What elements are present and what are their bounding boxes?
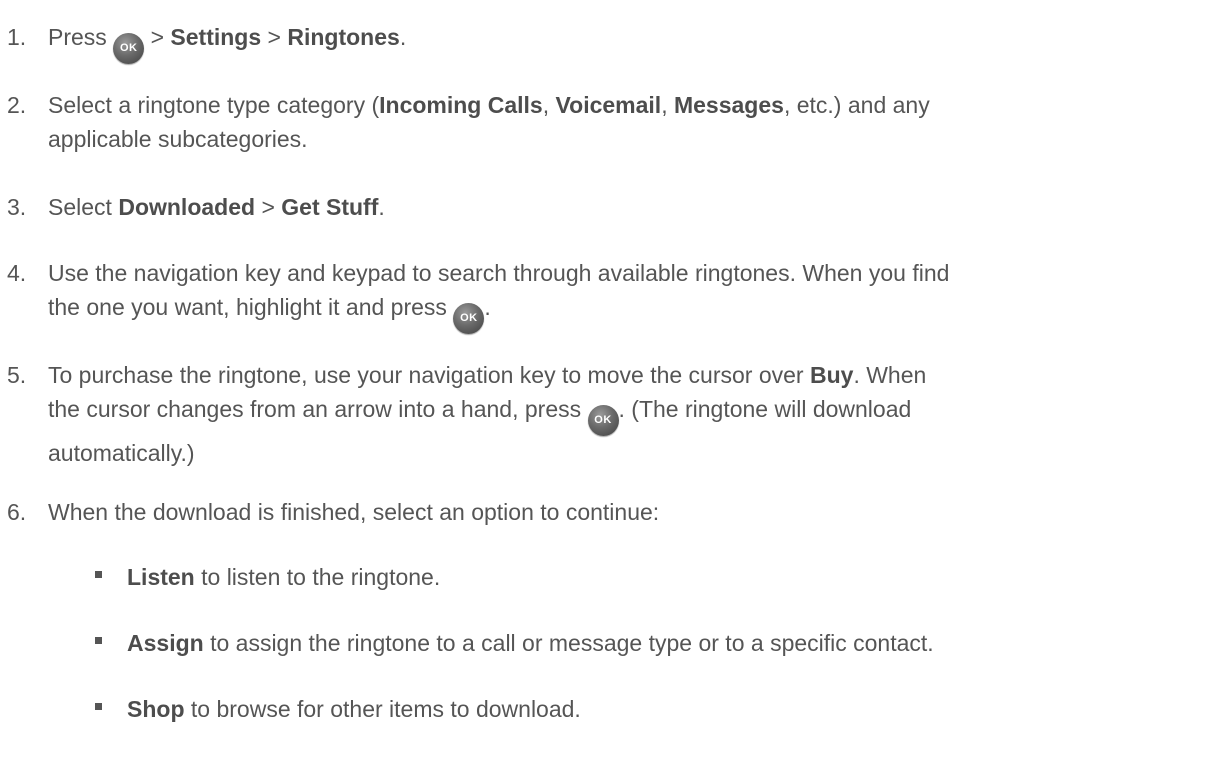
option-desc: to browse for other items to download. <box>184 696 581 722</box>
step-4: 4. Use the navigation key and keypad to … <box>0 256 1190 334</box>
step-text: When the download is finished, select an… <box>48 499 660 525</box>
step-text: . When <box>853 362 927 388</box>
option-label: Assign <box>127 630 204 656</box>
step-text: . <box>484 294 491 320</box>
step-3: 3. Select Downloaded > Get Stuff. <box>0 190 1190 224</box>
step-text: , <box>661 92 674 118</box>
option-label: Listen <box>127 564 195 590</box>
step-number: 5. <box>7 362 27 388</box>
step-number: 2. <box>7 92 27 118</box>
step-1: 1. Press OK > Settings > Ringtones. <box>0 20 1190 64</box>
option-shop: Shop to browse for other items to downlo… <box>48 692 1190 726</box>
menu-item-settings: Settings <box>170 24 262 50</box>
option-buy: Buy <box>809 362 854 388</box>
menu-item-ringtones: Ringtones <box>287 24 400 50</box>
step-text: automatically.) <box>48 440 195 466</box>
step-text: To purchase the ringtone, use your navig… <box>48 362 810 388</box>
category-messages: Messages <box>673 92 784 118</box>
step-text: Select <box>48 194 119 220</box>
step-text: Use the navigation key and keypad to sea… <box>48 260 950 286</box>
bullet-icon <box>95 637 102 644</box>
menu-item-get-stuff: Get Stuff <box>281 194 379 220</box>
step-2: 2. Select a ringtone type category (Inco… <box>0 88 1190 156</box>
step-text: . <box>378 194 385 220</box>
category-voicemail: Voicemail <box>555 92 662 118</box>
step-text: . (The ringtone will download <box>618 396 912 422</box>
step-text: Press <box>48 24 114 50</box>
step-text: the cursor changes from an arrow into a … <box>48 396 588 422</box>
ok-key-icon: OK <box>587 405 619 436</box>
step-number: 4. <box>7 260 27 286</box>
step-number: 1. <box>7 24 27 50</box>
ok-key-icon: OK <box>113 33 145 64</box>
bullet-icon <box>95 703 102 710</box>
step-text: , etc.) and any <box>783 92 930 118</box>
menu-item-downloaded: Downloaded <box>118 194 256 220</box>
step-text: the one you want, highlight it and press <box>48 294 454 320</box>
step-text: . <box>399 24 407 50</box>
step-text: > <box>255 194 282 220</box>
ok-key-icon: OK <box>453 303 485 334</box>
step-text: , <box>542 92 556 118</box>
bullet-icon <box>95 571 102 578</box>
step-text: > <box>144 24 171 50</box>
step-text: > <box>261 24 288 50</box>
step-number: 3. <box>7 194 27 220</box>
option-label: Shop <box>127 696 185 722</box>
step-text: Select a ringtone type category ( <box>48 92 380 118</box>
option-listen: Listen to listen to the ringtone. <box>48 560 1190 594</box>
step-text: applicable subcategories. <box>48 126 308 152</box>
step-6: 6. When the download is finished, select… <box>0 495 1190 529</box>
step-number: 6. <box>7 499 27 525</box>
option-assign: Assign to assign the ringtone to a call … <box>48 626 1190 660</box>
option-desc: to assign the ringtone to a call or mess… <box>203 630 934 656</box>
category-incoming-calls: Incoming Calls <box>379 92 543 118</box>
step-5: 5. To purchase the ringtone, use your na… <box>0 358 1190 470</box>
instructions-document: 1. Press OK > Settings > Ringtones. 2. S… <box>0 0 1210 762</box>
option-desc: to listen to the ringtone. <box>194 564 441 590</box>
